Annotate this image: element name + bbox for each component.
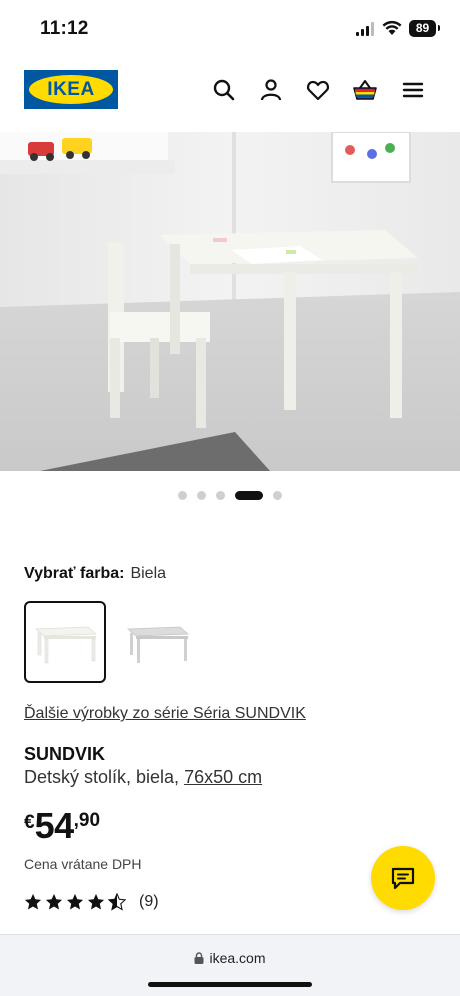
signal-icon: [356, 22, 374, 36]
site-header: IKEA: [0, 58, 460, 130]
browser-bottom-bar: ikea.com: [0, 934, 460, 996]
ikea-logo-text: IKEA: [47, 78, 95, 100]
heart-icon[interactable]: [305, 77, 331, 103]
chat-icon: [391, 867, 415, 890]
color-swatch-grey[interactable]: [116, 601, 198, 683]
star-full-icon: [87, 893, 105, 910]
product-image[interactable]: [0, 132, 460, 471]
status-bar: 11:12 89: [0, 0, 460, 58]
product-dimensions-link[interactable]: 76x50 cm: [184, 767, 262, 787]
price-vat-note: Cena vrátane DPH: [24, 856, 142, 872]
product-description: Detský stolík, biela, 76x50 cm: [24, 767, 262, 788]
star-full-icon: [66, 893, 84, 910]
price-decimal: ,90: [73, 810, 101, 831]
star-half-icon: [108, 893, 126, 911]
browser-url-bar[interactable]: ikea.com: [0, 950, 460, 966]
carousel-dot[interactable]: [178, 490, 187, 500]
ikea-logo[interactable]: IKEA: [24, 70, 118, 109]
battery-indicator: 89: [409, 20, 440, 37]
white-table-thumbnail: [34, 626, 98, 664]
menu-icon[interactable]: [400, 77, 426, 103]
color-label: Vybrať farba:: [24, 565, 125, 582]
color-swatch-white[interactable]: [24, 601, 106, 683]
image-carousel-dots[interactable]: [0, 489, 460, 501]
color-value: Biela: [130, 565, 167, 582]
search-icon[interactable]: [211, 77, 237, 103]
rating-count[interactable]: (9): [139, 893, 159, 911]
price-integer: 54: [34, 805, 75, 846]
ikea-logo-oval: IKEA: [29, 75, 113, 104]
status-time: 11:12: [40, 18, 89, 39]
home-indicator[interactable]: [148, 982, 312, 987]
star-full-icon: [45, 893, 63, 910]
grey-table-thumbnail: [126, 626, 190, 663]
product-rating[interactable]: (9): [24, 893, 159, 911]
color-selection: Vybrať farba: Biela: [24, 565, 166, 583]
user-icon[interactable]: [258, 77, 284, 103]
carousel-dot[interactable]: [216, 490, 225, 500]
star-full-icon: [24, 893, 42, 910]
product-price: € 54 ,90: [24, 806, 100, 846]
series-link[interactable]: Ďalšie výrobky zo série Séria SUNDVIK: [24, 705, 306, 723]
product-photo-illustration: [0, 132, 460, 471]
basket-icon[interactable]: [352, 77, 378, 103]
chat-button[interactable]: [371, 846, 435, 910]
wifi-icon: [382, 20, 402, 35]
product-description-text: Detský stolík, biela,: [24, 767, 180, 787]
product-name: SUNDVIK: [24, 744, 106, 764]
carousel-dot-active[interactable]: [235, 490, 263, 500]
carousel-dot[interactable]: [197, 490, 206, 500]
carousel-dot[interactable]: [273, 490, 282, 500]
lock-icon: [194, 952, 204, 964]
url-text: ikea.com: [209, 950, 266, 966]
price-currency: €: [24, 812, 35, 833]
